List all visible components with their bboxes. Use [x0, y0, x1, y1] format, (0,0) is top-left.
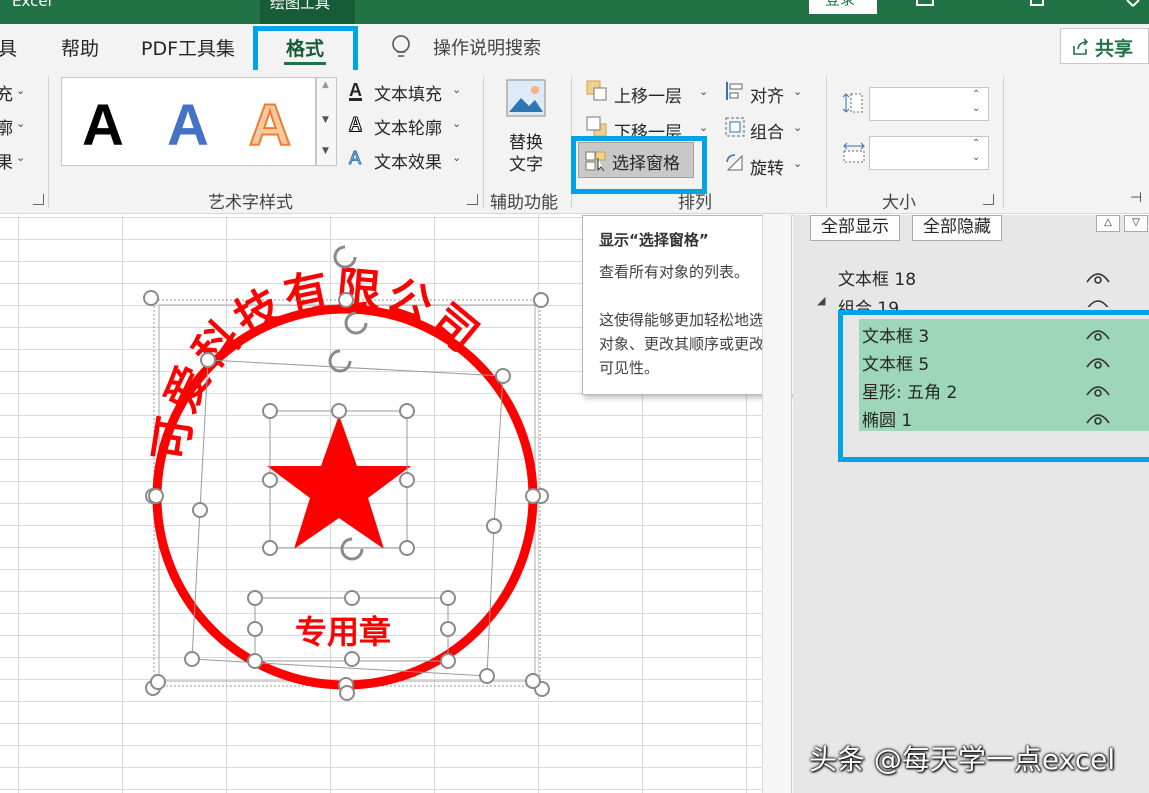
group-label-size: 大小 [882, 193, 916, 213]
chevron-down-icon: ⌄ [452, 151, 462, 164]
chevron-down-icon: ⌄ [793, 157, 803, 170]
collapse-triangle-icon[interactable]: ◢ [817, 294, 825, 307]
shape-width-input[interactable]: ⌃ ⌄ [869, 136, 989, 170]
tooltip-line-1: 查看所有对象的列表。 [599, 263, 750, 281]
tell-me-search[interactable]: 操作说明搜索 [433, 34, 541, 60]
selection-pane: 全部显示 全部隐藏 △ ▽ 文本框 18 ◢ 组合 19 文本框 3 文本框 5… [793, 215, 1149, 793]
tab-help[interactable]: 帮助 [61, 34, 99, 61]
pane-item-group-19[interactable]: 组合 19 [838, 294, 899, 310]
chevron-down-icon: ⌄ [16, 84, 26, 97]
collapse-ribbon-icon[interactable]: ⊣ [1130, 190, 1142, 206]
text-outline-icon: A [349, 114, 363, 135]
seal-star[interactable] [267, 415, 411, 549]
context-tab-label: 绘图工具 [270, 0, 331, 12]
close-icon[interactable] [1125, 0, 1141, 8]
tab-tools-partial[interactable]: 具 [0, 34, 17, 61]
wordart-style-black[interactable]: A [82, 92, 124, 159]
title-bar: Excel 绘图工具 登录 [0, 0, 1149, 24]
restore-icon[interactable] [1030, 0, 1044, 6]
text-effect-icon: A [348, 148, 362, 169]
shape-height-input[interactable]: ⌃ ⌄ [869, 87, 989, 121]
chevron-down-icon: ⌄ [793, 121, 803, 134]
text-effect-button[interactable]: 文本效果 [374, 148, 442, 173]
spin-down-icon[interactable]: ⌄ [972, 103, 980, 114]
bring-forward-icon [586, 80, 607, 101]
gallery-more-icon[interactable]: ▼ [322, 146, 329, 156]
show-all-button[interactable]: 全部显示 [810, 215, 900, 241]
group-icon [725, 117, 745, 137]
chevron-down-icon: ⌄ [452, 117, 462, 130]
group-label-wordart: 艺术字样式 [208, 193, 293, 213]
chevron-down-icon: ⌄ [16, 151, 26, 164]
scroll-up-icon[interactable]: ▲ [322, 80, 329, 90]
share-button[interactable]: 共享 [1060, 28, 1149, 64]
app-name: Excel [12, 0, 52, 10]
dialog-launcher-icon[interactable] [467, 194, 478, 205]
eye-icon[interactable] [1086, 270, 1110, 284]
send-backward-icon [586, 116, 607, 137]
chevron-down-icon: ⌄ [16, 117, 26, 130]
signin-label: 登录 [825, 0, 855, 9]
highlight-selection-pane-button [571, 136, 707, 194]
highlight-selected-items [838, 310, 1149, 462]
alt-text-label-2: 文字 [509, 155, 543, 175]
text-outline-button[interactable]: 文本轮廓 [374, 114, 442, 139]
shape-width-icon [843, 142, 865, 163]
align-button[interactable]: 对齐 [750, 82, 784, 107]
scroll-down-icon[interactable]: ▼ [322, 115, 329, 125]
chevron-down-icon: ⌄ [452, 83, 462, 96]
lightbulb-icon [392, 35, 410, 57]
pane-item-textbox-18[interactable]: 文本框 18 [838, 265, 916, 290]
share-label: 共享 [1095, 38, 1134, 60]
partial-fill[interactable]: 充 [0, 80, 13, 105]
tab-pdf-tools[interactable]: PDF工具集 [141, 34, 235, 61]
alt-text-icon [506, 79, 546, 117]
dialog-launcher-icon[interactable] [33, 194, 44, 205]
bring-forward-button[interactable]: 上移一层 [614, 82, 682, 107]
wordart-style-blue[interactable]: A [167, 92, 209, 159]
tooltip-title: 显示“选择窗格” [599, 231, 709, 249]
send-backward-pane-icon[interactable]: ▽ [1124, 215, 1148, 232]
wordart-gallery[interactable]: A A A [61, 77, 316, 166]
context-tab-header: 绘图工具 [260, 0, 355, 24]
seal-subtitle[interactable]: 专用章 [295, 613, 391, 651]
hide-all-button[interactable]: 全部隐藏 [912, 215, 1002, 241]
seal-company-arc[interactable]: 可爱科技有限公司 [145, 263, 491, 465]
group-button[interactable]: 组合 [750, 118, 784, 143]
gallery-scroll[interactable]: ▲ ▼ ▼ [316, 77, 337, 166]
rotate-button[interactable]: 旋转 [750, 154, 784, 179]
signin-button[interactable]: 登录 [809, 0, 877, 14]
vertical-scrollbar[interactable] [762, 215, 792, 793]
chevron-down-icon: ⌄ [793, 85, 803, 98]
eye-icon[interactable] [1086, 297, 1110, 307]
dialog-launcher-icon[interactable] [983, 194, 994, 205]
watermark-text: 头条 @每天学一点excel [809, 743, 1116, 776]
share-icon [1073, 38, 1089, 55]
chevron-down-icon: ⌄ [699, 121, 709, 134]
partial-effect[interactable]: 果 [0, 148, 13, 173]
ribbon-display-icon[interactable] [916, 0, 934, 6]
rotate-icon [726, 154, 743, 171]
chevron-down-icon: ⌄ [699, 85, 709, 98]
bring-forward-pane-icon[interactable]: △ [1096, 215, 1120, 232]
ribbon-tab-row: 具 帮助 PDF工具集 格式 操作说明搜索 共享 [0, 24, 1149, 70]
text-fill-button[interactable]: 文本填充 [374, 80, 442, 105]
wordart-style-orange[interactable]: A [248, 92, 292, 159]
group-label-accessibility: 辅助功能 [490, 193, 558, 213]
shape-height-icon [842, 93, 863, 113]
align-icon [726, 82, 743, 100]
spin-down-icon[interactable]: ⌄ [972, 152, 980, 163]
alt-text-button[interactable]: 替换 文字 [500, 78, 556, 178]
text-fill-icon: A [349, 80, 362, 100]
tooltip-line-2: 这使得能够更加轻松地选择对象、更改其顺序或更改其可见性。 [599, 311, 780, 377]
spin-up-icon[interactable]: ⌃ [972, 89, 980, 100]
partial-outline[interactable]: 廓 [0, 114, 13, 139]
spin-up-icon[interactable]: ⌃ [972, 138, 980, 149]
